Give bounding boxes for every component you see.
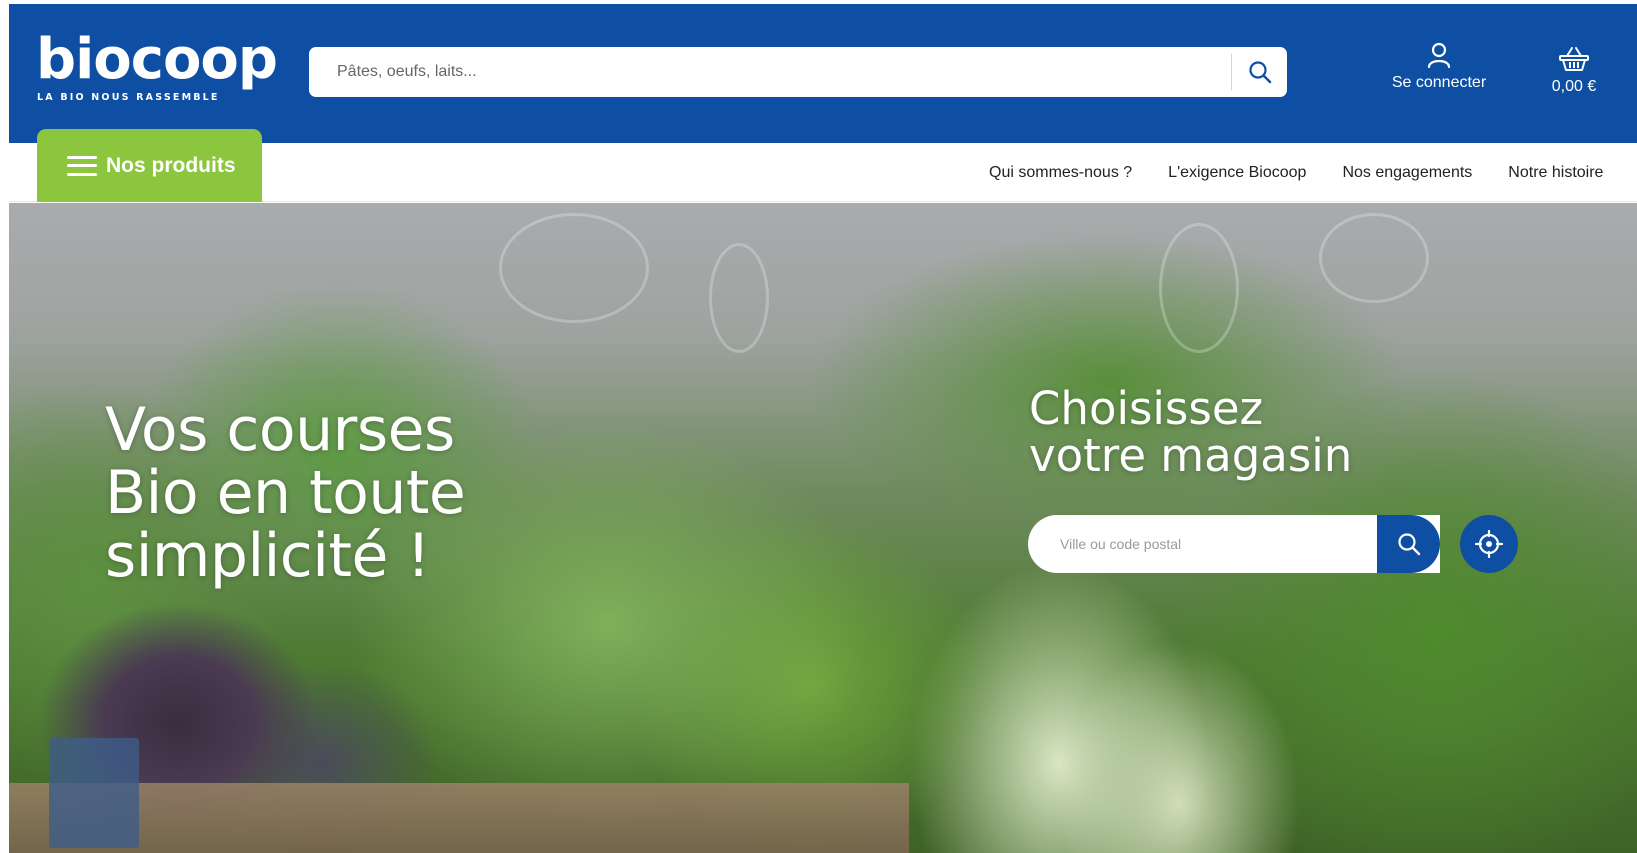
crosshair-icon xyxy=(1475,530,1503,558)
chalk-drawing xyxy=(1319,213,1429,303)
logo-tagline: LA BIO NOUS RASSEMBLE xyxy=(37,92,220,103)
nav-links: Qui sommes-nous ? L'exigence Biocoop Nos… xyxy=(989,143,1637,202)
nav-link-about[interactable]: Qui sommes-nous ? xyxy=(989,164,1132,182)
nav-link-commitments[interactable]: Nos engagements xyxy=(1342,164,1472,182)
product-search-bar xyxy=(309,47,1287,97)
chalk-drawing xyxy=(709,243,769,353)
biocoop-logo[interactable]: biocoop LA BIO NOUS RASSEMBLE xyxy=(36,28,278,108)
hamburger-icon xyxy=(67,155,97,176)
product-search-input[interactable] xyxy=(309,47,1229,97)
geolocate-button[interactable] xyxy=(1460,515,1518,573)
nav-link-standards[interactable]: L'exigence Biocoop xyxy=(1168,164,1306,182)
produce-crate xyxy=(9,783,909,853)
hero-banner: Vos courses Bio en toute simplicité ! Ch… xyxy=(9,203,1637,853)
products-menu-button[interactable]: Nos produits xyxy=(37,129,262,202)
search-icon xyxy=(1397,533,1420,556)
hero-headline-line: Vos courses xyxy=(105,395,455,465)
login-label: Se connecter xyxy=(1391,74,1487,91)
basket-icon xyxy=(1559,47,1589,71)
logo-wordmark: biocoop xyxy=(36,27,278,92)
search-icon xyxy=(1249,61,1272,84)
cart-total: 0,00 € xyxy=(1551,78,1597,95)
store-locator-title: Choisissez votre magasin xyxy=(1029,385,1449,479)
header: biocoop LA BIO NOUS RASSEMBLE Se connect… xyxy=(9,4,1637,143)
user-icon xyxy=(1427,42,1451,68)
product-search-button[interactable] xyxy=(1233,47,1287,97)
price-tag xyxy=(49,738,139,848)
hero-headline: Vos courses Bio en toute simplicité ! xyxy=(105,399,585,588)
store-title-line: votre magasin xyxy=(1029,429,1353,482)
page: biocoop LA BIO NOUS RASSEMBLE Se connect… xyxy=(9,4,1637,853)
hero-headline-line: simplicité ! xyxy=(105,521,431,591)
nav-link-history[interactable]: Notre histoire xyxy=(1508,164,1603,182)
chalk-drawing xyxy=(1159,223,1239,353)
chalk-drawing xyxy=(499,213,649,323)
cart-button[interactable]: 0,00 € xyxy=(1529,46,1619,106)
login-button[interactable]: Se connecter xyxy=(1369,42,1509,106)
products-menu-label: Nos produits xyxy=(106,153,236,177)
store-search-input[interactable] xyxy=(1028,515,1378,573)
hero-headline-line: Bio en toute xyxy=(105,458,466,528)
store-title-line: Choisissez xyxy=(1029,382,1264,435)
search-divider xyxy=(1231,54,1232,90)
store-search-button[interactable] xyxy=(1377,515,1440,573)
